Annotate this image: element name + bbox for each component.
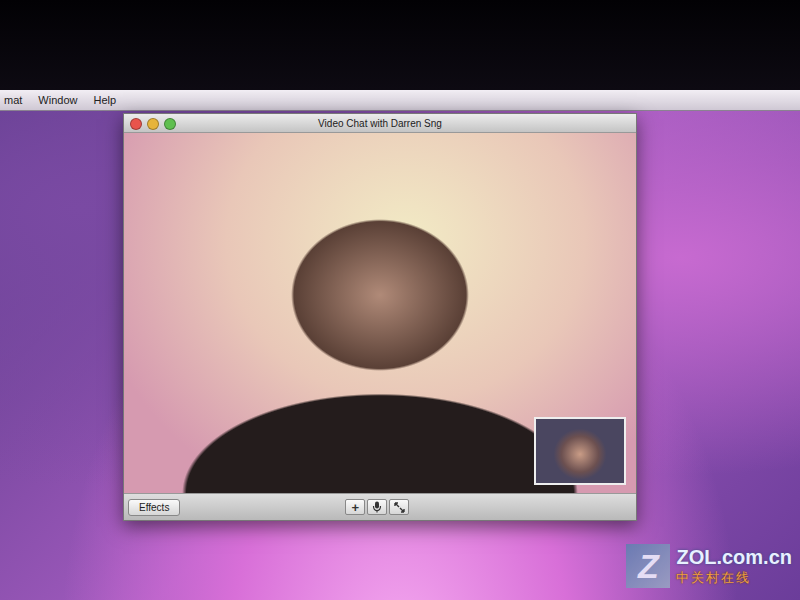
video-feed bbox=[124, 133, 636, 493]
menu-item[interactable]: mat bbox=[4, 94, 22, 106]
self-preview[interactable] bbox=[534, 417, 626, 485]
menu-bar: mat Window Help bbox=[0, 90, 800, 111]
watermark: Z ZOL.com.cn中关村在线 bbox=[626, 544, 792, 588]
window-title: Video Chat with Darren Sng bbox=[318, 118, 442, 129]
close-button[interactable] bbox=[130, 118, 142, 130]
menu-item[interactable]: Help bbox=[93, 94, 116, 106]
video-chat-window: Video Chat with Darren Sng Effects + bbox=[123, 113, 637, 521]
add-button[interactable]: + bbox=[345, 499, 365, 515]
zol-logo-icon: Z bbox=[626, 544, 670, 588]
effects-button[interactable]: Effects bbox=[128, 499, 180, 516]
zoom-button[interactable] bbox=[164, 118, 176, 130]
fullscreen-icon bbox=[394, 502, 405, 513]
minimize-button[interactable] bbox=[147, 118, 159, 130]
title-bar[interactable]: Video Chat with Darren Sng bbox=[124, 114, 636, 133]
watermark-brand: ZOL.com.cn bbox=[676, 546, 792, 569]
mute-button[interactable] bbox=[367, 499, 387, 515]
watermark-subtitle: 中关村在线 bbox=[676, 569, 792, 587]
desktop: Video Chat with Darren Sng Effects + Z ZOL.c… bbox=[0, 111, 800, 600]
menu-item[interactable]: Window bbox=[38, 94, 77, 106]
screen: mat Window Help Video Chat with Darren Sng E… bbox=[0, 0, 800, 600]
fullscreen-button[interactable] bbox=[389, 499, 409, 515]
toolbar: Effects + bbox=[124, 493, 636, 520]
projection-edge bbox=[0, 0, 800, 90]
microphone-icon bbox=[372, 501, 382, 513]
